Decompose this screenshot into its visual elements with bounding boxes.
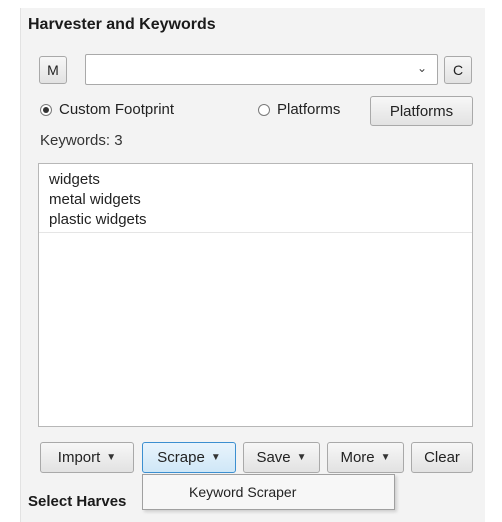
platforms-radio-label: Platforms: [277, 101, 341, 118]
caret-down-icon: ▼: [210, 452, 221, 463]
more-button[interactable]: More ▼: [327, 442, 404, 473]
caret-down-icon: ▼: [106, 452, 117, 463]
select-harvester-title: Select Harves: [28, 493, 127, 510]
menu-item-keyword-scraper[interactable]: Keyword Scraper: [189, 484, 296, 500]
footprint-combo[interactable]: ⌄: [85, 54, 438, 85]
import-button[interactable]: Import ▼: [40, 442, 134, 473]
platforms-radio[interactable]: Platforms: [258, 101, 340, 118]
m-button-label: M: [47, 62, 59, 78]
radio-selected-icon[interactable]: [40, 103, 52, 116]
list-item[interactable]: widgets: [39, 170, 472, 190]
list-item[interactable]: metal widgets: [39, 190, 472, 210]
keywords-count-label: Keywords: 3: [40, 132, 123, 149]
custom-footprint-radio[interactable]: Custom Footprint: [40, 101, 174, 118]
clear-button-label: Clear: [424, 449, 460, 466]
more-button-label: More: [340, 449, 375, 466]
scrape-button-label: Scrape: [157, 449, 205, 466]
section-title: Harvester and Keywords: [28, 16, 216, 33]
caret-down-icon: ▼: [380, 452, 391, 463]
c-button-label: C: [452, 62, 464, 78]
list-item[interactable]: plastic widgets: [39, 210, 472, 230]
custom-footprint-label: Custom Footprint: [59, 101, 175, 118]
c-button[interactable]: C: [444, 56, 472, 84]
scrape-dropdown-menu: Keyword Scraper: [142, 474, 395, 510]
keywords-items: widgets metal widgets plastic widgets: [39, 164, 472, 233]
save-button[interactable]: Save ▼: [243, 442, 320, 473]
radio-unselected-icon[interactable]: [258, 103, 270, 116]
platforms-button[interactable]: Platforms: [370, 96, 473, 126]
chevron-down-icon[interactable]: ⌄: [417, 61, 427, 75]
m-button[interactable]: M: [39, 56, 67, 84]
platforms-button-label: Platforms: [389, 102, 454, 120]
import-button-label: Import: [57, 449, 101, 466]
scrape-button[interactable]: Scrape ▼: [142, 442, 236, 473]
save-button-label: Save: [256, 449, 291, 466]
keywords-list[interactable]: widgets metal widgets plastic widgets: [38, 163, 473, 427]
caret-down-icon: ▼: [296, 452, 307, 463]
clear-button[interactable]: Clear: [411, 442, 473, 473]
